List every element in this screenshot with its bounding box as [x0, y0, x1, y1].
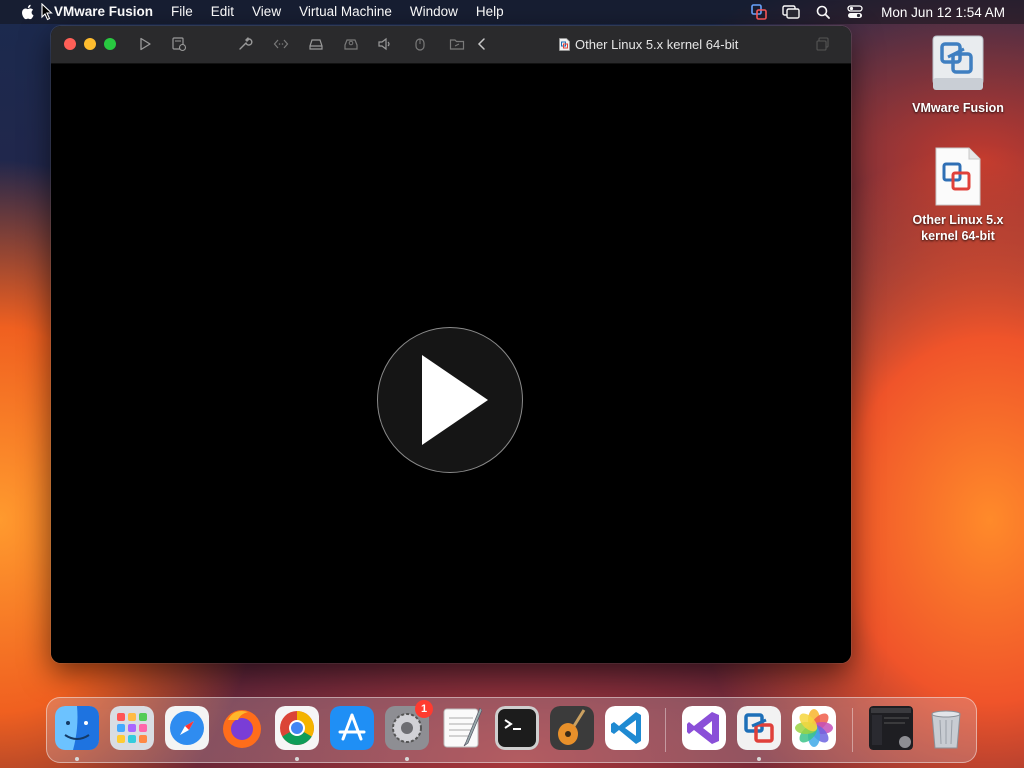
menu-help[interactable]: Help: [467, 0, 513, 24]
dock: 1: [46, 697, 977, 763]
terminal-icon: [495, 706, 539, 750]
shared-folder-toolbar-button[interactable]: [447, 35, 467, 53]
menu-file[interactable]: File: [162, 0, 202, 24]
vm-document-icon: [559, 38, 570, 51]
dock-app-store[interactable]: [330, 706, 374, 750]
screen-mirroring-icon[interactable]: [782, 4, 800, 20]
vm-bundle-icon: [933, 146, 983, 208]
running-indicator: [75, 757, 79, 761]
sound-icon: [378, 37, 390, 51]
desktop-icon-vmware-fusion[interactable]: VMware Fusion: [903, 34, 1013, 116]
launchpad-icon: [110, 706, 154, 750]
safari-icon: [165, 706, 209, 750]
back-toolbar-button[interactable]: [472, 35, 492, 53]
usb-toolbar-button[interactable]: [410, 35, 430, 53]
status-area: Mon Jun 12 1:54 AM: [743, 0, 1024, 24]
textedit-icon: [443, 707, 483, 748]
dock-trash[interactable]: [924, 706, 968, 750]
dock-system-settings[interactable]: 1: [385, 700, 433, 750]
unity-icon: [816, 37, 829, 51]
window-titlebar[interactable]: Other Linux 5.x kernel 64-bit: [51, 26, 851, 64]
dock-separator: [852, 708, 853, 752]
settings-toolbar-button[interactable]: [235, 35, 255, 53]
wrench-icon: [239, 37, 253, 50]
disk-toolbar-button[interactable]: [306, 35, 326, 53]
apple-menu-icon[interactable]: [19, 4, 35, 20]
printer-icon: [344, 39, 358, 50]
menu-window[interactable]: Window: [401, 0, 467, 24]
desktop-icon-label: VMware Fusion: [912, 101, 1004, 115]
dock-photos[interactable]: [792, 706, 836, 750]
visual-studio-icon: [682, 706, 726, 750]
menu-view[interactable]: View: [243, 0, 290, 24]
close-window-button[interactable]: [64, 38, 76, 50]
shared-folder-icon: [449, 39, 465, 50]
vmware-status-icon[interactable]: [750, 4, 768, 20]
vm-window: Other Linux 5.x kernel 64-bit: [51, 26, 851, 663]
power-on-play-button[interactable]: [377, 327, 523, 473]
photos-icon: [792, 706, 836, 750]
running-indicator: [757, 757, 761, 761]
running-indicator: [295, 757, 299, 761]
dock-garageband[interactable]: [550, 706, 594, 750]
menu-virtual-machine[interactable]: Virtual Machine: [290, 0, 401, 24]
play-toolbar-button[interactable]: [135, 35, 155, 53]
dock-firefox[interactable]: [220, 706, 264, 750]
dock-vmware-fusion[interactable]: [737, 706, 781, 750]
guitar-icon: [550, 706, 594, 750]
menu-bar: VMware Fusion File Edit View Virtual Mac…: [0, 0, 1024, 24]
network-toolbar-button[interactable]: [271, 35, 291, 53]
app-store-icon: [330, 706, 374, 750]
window-title-text: Other Linux 5.x kernel 64-bit: [575, 37, 739, 52]
snapshot-icon: [172, 37, 187, 52]
mouse-cursor-icon: [41, 3, 53, 21]
dock-visual-studio[interactable]: [682, 706, 726, 750]
snapshot-toolbar-button[interactable]: [169, 35, 189, 53]
fullscreen-toolbar-button[interactable]: [813, 35, 833, 53]
notification-badge: 1: [415, 700, 433, 718]
dock-terminal[interactable]: [495, 706, 539, 750]
dock-textedit[interactable]: [440, 706, 484, 750]
window-title: Other Linux 5.x kernel 64-bit: [559, 26, 738, 63]
back-icon: [477, 38, 485, 50]
vmware-fusion-app-icon: [928, 34, 988, 96]
dock-safari[interactable]: [165, 706, 209, 750]
zoom-window-button[interactable]: [104, 38, 116, 50]
search-icon[interactable]: [814, 4, 832, 20]
dock-chrome[interactable]: [275, 706, 319, 750]
running-indicator: [405, 757, 409, 761]
menu-edit[interactable]: Edit: [202, 0, 243, 24]
finder-icon: [55, 706, 99, 750]
drive-icon: [309, 39, 323, 50]
dock-finder[interactable]: [55, 706, 99, 750]
sound-toolbar-button[interactable]: [375, 35, 395, 53]
desktop-icon-label: Other Linux 5.x kernel 64-bit: [912, 213, 1004, 243]
chrome-icon: [275, 706, 319, 750]
dock-vscode[interactable]: [605, 706, 649, 750]
control-center-icon[interactable]: [846, 4, 864, 20]
printer-toolbar-button[interactable]: [341, 35, 361, 53]
dock-launchpad[interactable]: [110, 706, 154, 750]
desktop-icon-linux-vm[interactable]: Other Linux 5.x kernel 64-bit: [903, 146, 1013, 244]
vscode-icon: [605, 706, 649, 750]
firefox-icon: [223, 710, 261, 748]
minimize-window-button[interactable]: [84, 38, 96, 50]
menubar-clock[interactable]: Mon Jun 12 1:54 AM: [881, 5, 1005, 20]
play-icon: [140, 37, 151, 51]
dock-separator: [665, 708, 666, 752]
vm-screen[interactable]: [51, 64, 851, 663]
code-icon: [273, 39, 289, 49]
dock-minimized-window[interactable]: [869, 706, 913, 750]
usb-icon: [415, 38, 425, 51]
window-thumbnail-icon: [869, 706, 913, 750]
trash-icon: [931, 710, 961, 749]
play-icon: [422, 355, 488, 445]
vmware-fusion-icon: [737, 706, 781, 750]
menu-app-name[interactable]: VMware Fusion: [47, 0, 162, 24]
